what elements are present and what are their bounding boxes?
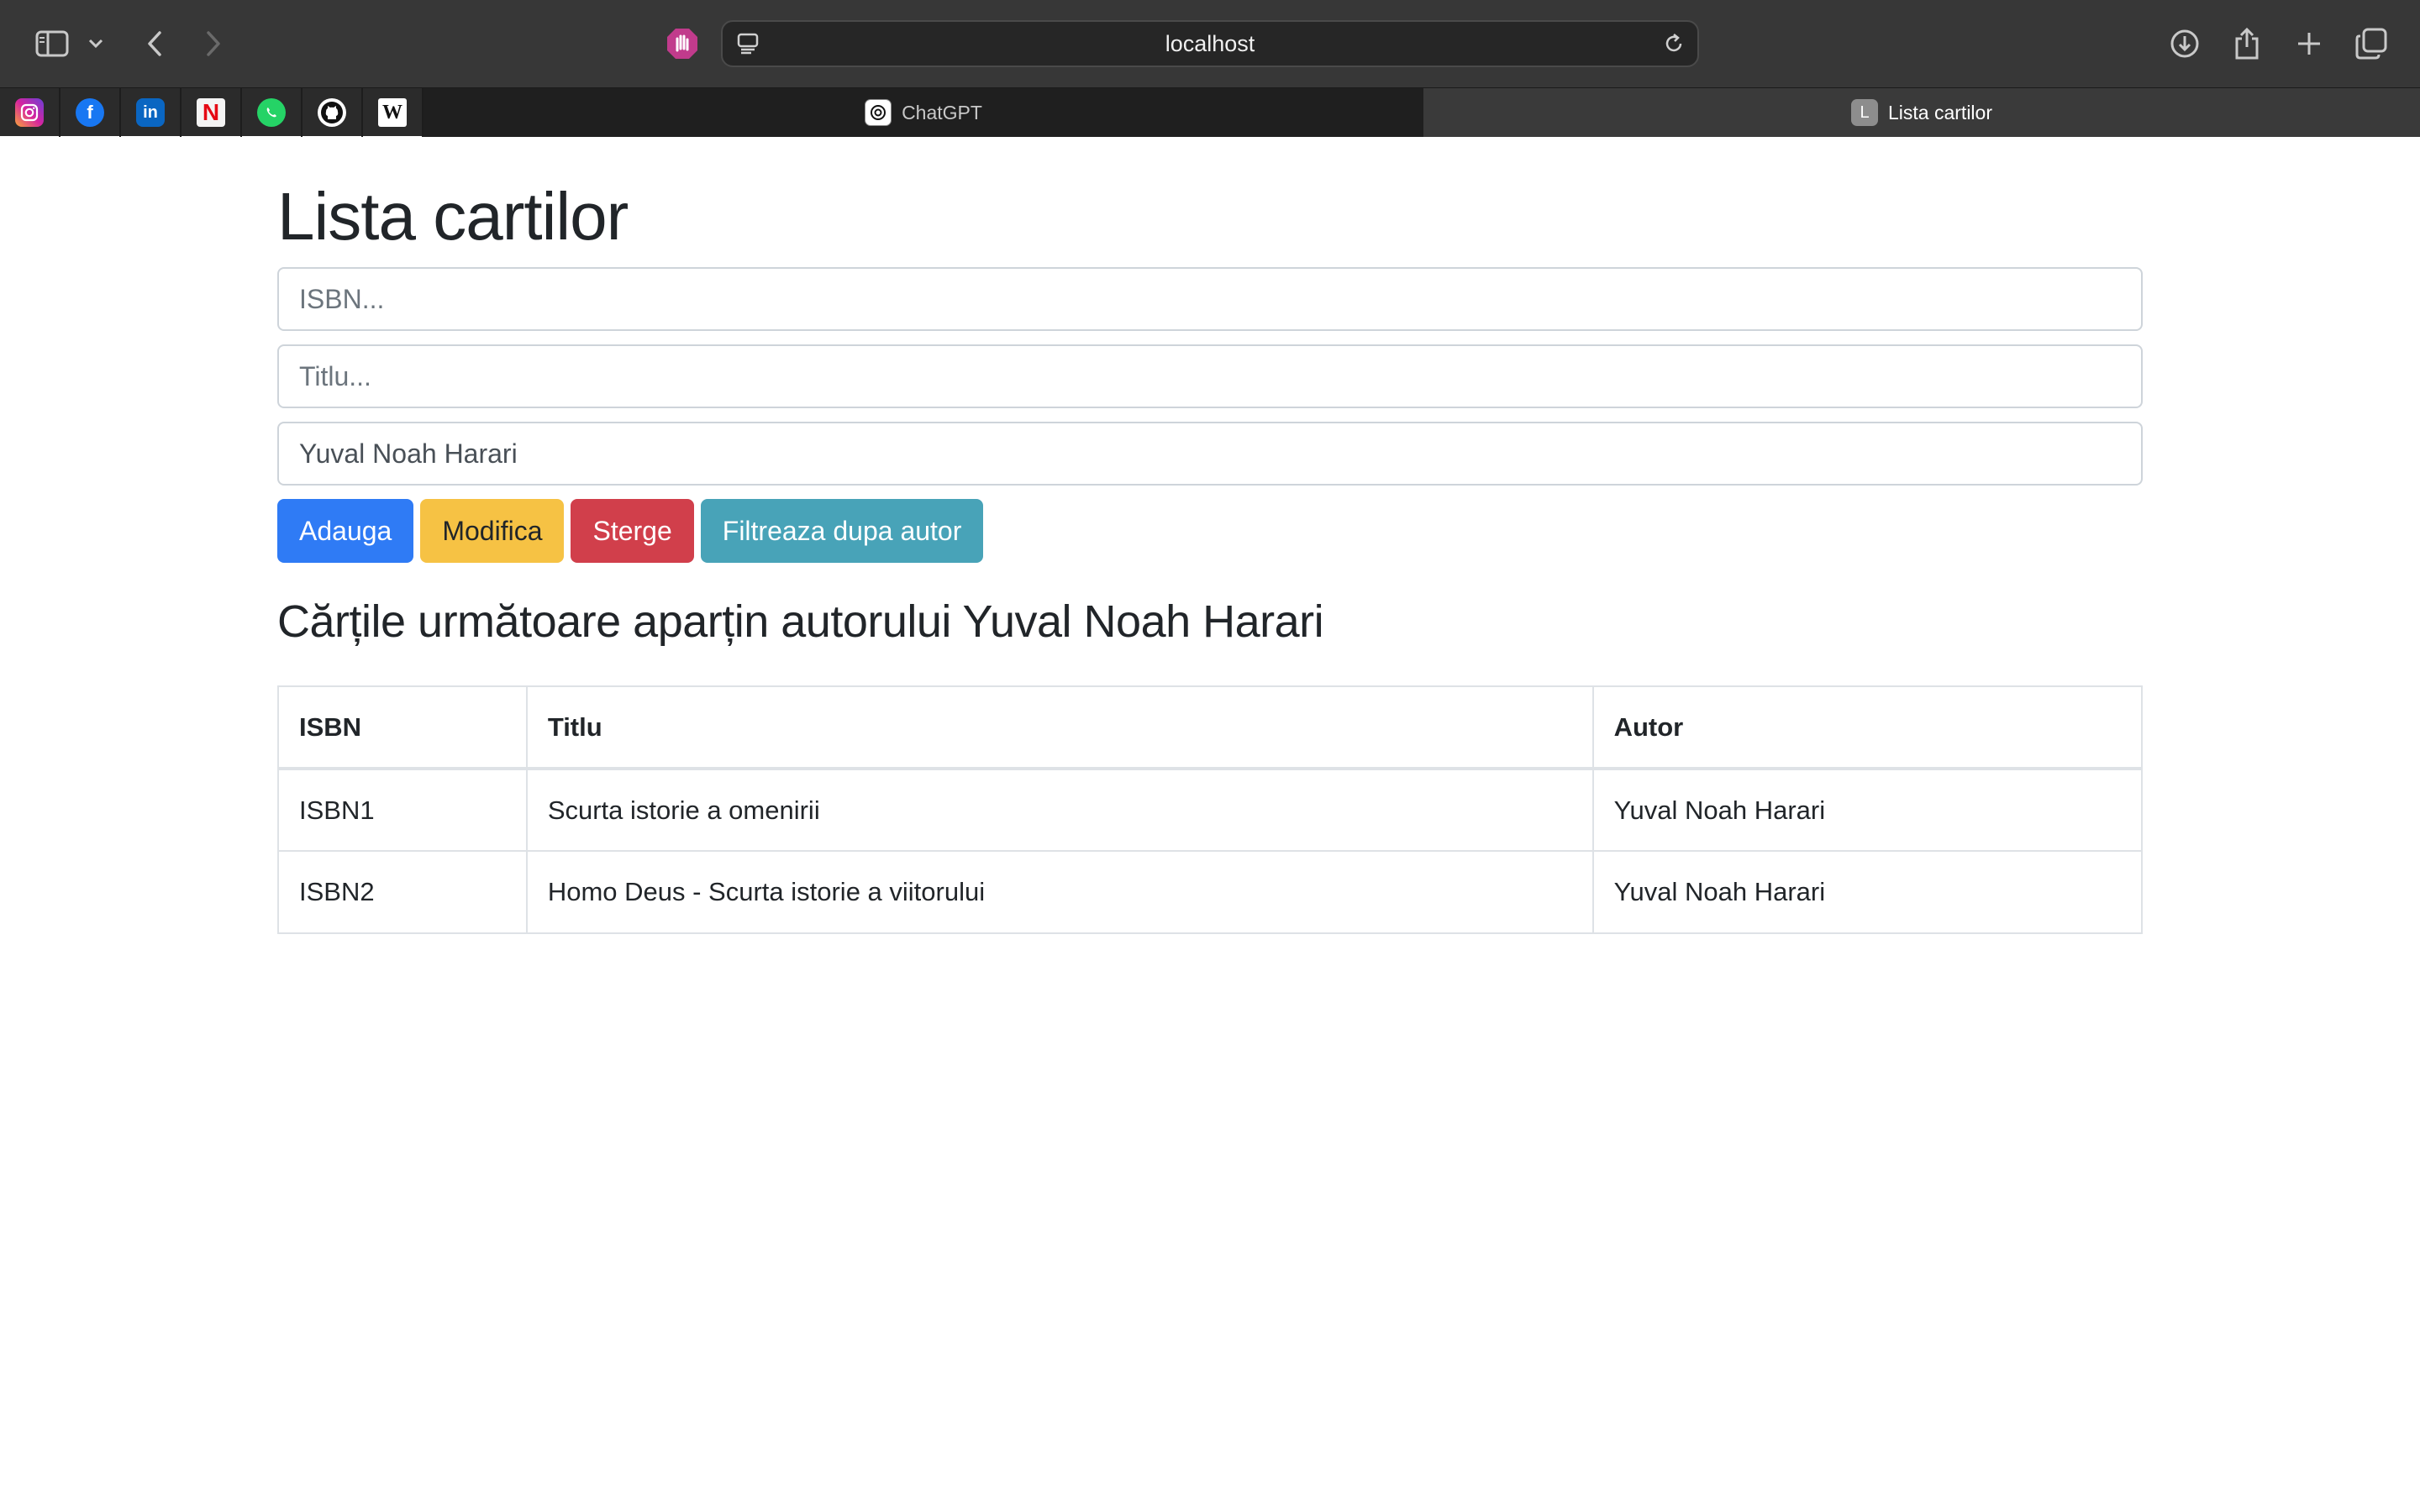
cell-titlu: Scurta istorie a omenirii — [525, 768, 1594, 852]
tab-strip: f in N W ChatGPT × L Lista cartilor — [0, 87, 2420, 137]
cell-autor: Yuval Noah Harari — [1591, 768, 2144, 852]
cell-isbn: ISBN2 — [277, 850, 528, 934]
isbn-input[interactable] — [277, 267, 2143, 331]
column-header-isbn: ISBN — [277, 685, 528, 770]
favorite-facebook[interactable]: f — [60, 88, 121, 137]
books-table: ISBN Titlu Autor ISBN1 Scurta istorie a … — [277, 685, 2144, 934]
url-text: localhost — [1165, 30, 1255, 56]
table-row[interactable]: ISBN2 Homo Deus - Scurta istorie a viito… — [277, 850, 2144, 934]
whatsapp-icon — [257, 98, 286, 127]
forward-icon[interactable] — [192, 22, 235, 66]
address-bar[interactable]: localhost — [721, 20, 1699, 67]
table-row[interactable]: ISBN1 Scurta istorie a omenirii Yuval No… — [277, 768, 2144, 852]
favorite-whatsapp[interactable] — [242, 88, 302, 137]
cell-titlu: Homo Deus - Scurta istorie a viitorului — [525, 850, 1594, 934]
github-icon — [318, 98, 346, 127]
page-content: Lista cartilor Adauga Modifica Sterge Fi… — [277, 136, 2144, 934]
tab-chatgpt[interactable]: ChatGPT — [424, 88, 1423, 137]
extension-hand-icon[interactable] — [664, 25, 701, 62]
new-tab-icon[interactable] — [2287, 22, 2331, 66]
edit-button[interactable]: Modifica — [420, 499, 565, 563]
netflix-icon: N — [197, 98, 225, 127]
filter-result-heading: Cărțile următoare aparțin autorului Yuva… — [277, 596, 1324, 647]
favorites-bar: f in N W — [0, 88, 424, 137]
chatgpt-icon — [865, 99, 892, 126]
tab-title: Lista cartilor — [1888, 101, 1992, 123]
favorite-github[interactable] — [302, 88, 363, 137]
site-settings-icon[interactable] — [734, 30, 761, 57]
reload-icon[interactable] — [1659, 29, 1689, 59]
page-title: Lista cartilor — [277, 179, 629, 254]
chevron-down-icon[interactable] — [81, 22, 111, 66]
favorite-netflix[interactable]: N — [182, 88, 242, 137]
tab-letter-icon: L — [1851, 99, 1878, 126]
tab-lista-cartilor[interactable]: L Lista cartilor — [1423, 88, 2420, 137]
add-button[interactable]: Adauga — [277, 499, 414, 563]
favorite-wikipedia[interactable]: W — [363, 88, 424, 137]
favorite-instagram[interactable] — [0, 88, 60, 137]
action-buttons: Adauga Modifica Sterge Filtreaza dupa au… — [277, 499, 2143, 563]
column-header-autor: Autor — [1591, 685, 2144, 770]
back-icon[interactable] — [133, 22, 176, 66]
facebook-icon: f — [76, 98, 104, 127]
cell-autor: Yuval Noah Harari — [1591, 850, 2144, 934]
table-header-row: ISBN Titlu Autor — [277, 685, 2144, 770]
titlu-input[interactable] — [277, 344, 2143, 408]
instagram-icon — [15, 98, 44, 127]
wikipedia-icon: W — [378, 98, 407, 127]
share-icon[interactable] — [2225, 22, 2269, 66]
autor-input[interactable] — [277, 422, 2143, 486]
cell-isbn: ISBN1 — [277, 768, 528, 852]
column-header-titlu: Titlu — [525, 685, 1594, 770]
download-icon[interactable] — [2163, 22, 2207, 66]
sidebar-toggle-icon[interactable] — [30, 22, 74, 66]
tab-overview-icon[interactable] — [2349, 22, 2393, 66]
favorite-linkedin[interactable]: in — [121, 88, 182, 137]
delete-button[interactable]: Sterge — [571, 499, 694, 563]
linkedin-icon: in — [136, 98, 165, 127]
tab-title: ChatGPT — [902, 101, 982, 123]
filter-by-author-button[interactable]: Filtreaza dupa autor — [700, 499, 984, 563]
browser-toolbar: localhost — [0, 0, 2420, 87]
